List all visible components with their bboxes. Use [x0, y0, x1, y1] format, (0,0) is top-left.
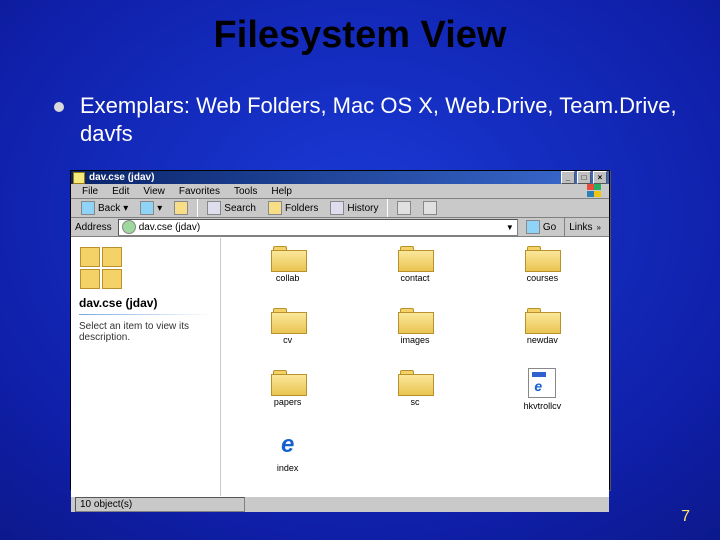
menu-edit[interactable]: Edit [105, 185, 136, 198]
history-button[interactable]: History [324, 199, 384, 217]
list-item[interactable]: images [352, 306, 477, 366]
folder-icon [525, 244, 559, 270]
item-label: hkvtrollcv [524, 401, 562, 411]
go-icon [526, 220, 540, 234]
item-label: courses [527, 273, 559, 283]
item-label: collab [276, 273, 300, 283]
folders-label: Folders [285, 203, 318, 214]
side-description: Select an item to view its description. [79, 321, 212, 343]
forward-button[interactable]: ▾ [134, 199, 168, 217]
maximize-button[interactable]: □ [577, 171, 591, 184]
menu-view[interactable]: View [136, 185, 172, 198]
item-label: newdav [527, 335, 558, 345]
list-item[interactable]: cv [225, 306, 350, 366]
chevron-right-icon: » [597, 223, 601, 232]
arrow-right-icon [140, 201, 154, 215]
address-bar: Address dav.cse (jdav) ▼ Go Links » [71, 218, 609, 237]
item-label: cv [283, 335, 292, 345]
folders-icon [268, 201, 282, 215]
links-label: Links [569, 222, 592, 233]
item-label: images [400, 335, 429, 345]
folder-icon [525, 306, 559, 332]
minimize-button[interactable]: _ [561, 171, 575, 184]
address-label: Address [75, 222, 112, 233]
html-file-icon [528, 368, 556, 398]
extra-button-2[interactable] [417, 199, 443, 217]
side-pane: dav.cse (jdav) Select an item to view it… [71, 238, 221, 496]
list-item[interactable]: newdav [480, 306, 605, 366]
list-item[interactable]: papers [225, 368, 350, 428]
folder-icon [398, 244, 432, 270]
up-button[interactable] [168, 199, 194, 217]
folder-icon [398, 368, 432, 394]
slide-title: Filesystem View [0, 14, 720, 57]
menu-help[interactable]: Help [264, 185, 299, 198]
history-icon [330, 201, 344, 215]
back-label: Back [98, 203, 120, 214]
search-label: Search [224, 203, 256, 214]
menubar: File Edit View Favorites Tools Help [71, 184, 609, 199]
globe-icon [122, 220, 136, 234]
chevron-down-icon: ▾ [157, 203, 162, 214]
bullet-dot-icon [54, 102, 64, 112]
explorer-window: dav.cse (jdav) _ □ × File Edit View Favo… [70, 170, 610, 490]
menu-file[interactable]: File [75, 185, 105, 198]
windows-logo-icon [587, 184, 605, 198]
links-button[interactable]: Links » [564, 218, 605, 236]
menu-favorites[interactable]: Favorites [172, 185, 227, 198]
status-bar: 10 object(s) [71, 496, 609, 512]
list-item[interactable]: sc [352, 368, 477, 428]
toolbar: Back ▾ ▾ Search Folders History [71, 199, 609, 218]
status-object-count: 10 object(s) [75, 497, 245, 512]
window-title: dav.cse (jdav) [89, 172, 561, 183]
history-label: History [347, 203, 378, 214]
side-title: dav.cse (jdav) [79, 296, 212, 310]
address-value: dav.cse (jdav) [139, 222, 201, 233]
page-number: 7 [681, 508, 690, 526]
folder-icon [271, 368, 305, 394]
file-grid: collab contact courses cv images newdav … [221, 238, 609, 496]
chevron-down-icon: ▾ [123, 203, 128, 214]
item-label: index [277, 463, 299, 473]
bullet-text: Exemplars: Web Folders, Mac OS X, Web.Dr… [80, 92, 680, 147]
menu-tools[interactable]: Tools [227, 185, 264, 198]
arrow-left-icon [81, 201, 95, 215]
close-button[interactable]: × [593, 171, 607, 184]
ie-icon: e [273, 430, 303, 460]
chevron-down-icon[interactable]: ▼ [506, 223, 514, 232]
folder-up-icon [174, 201, 188, 215]
folder-icon [271, 244, 305, 270]
back-button[interactable]: Back ▾ [75, 199, 134, 217]
tool-icon [397, 201, 411, 215]
folder-icon [73, 172, 85, 184]
extra-button-1[interactable] [391, 199, 417, 217]
list-item[interactable]: contact [352, 244, 477, 304]
go-label: Go [543, 222, 556, 233]
tool-icon [423, 201, 437, 215]
search-icon [207, 201, 221, 215]
item-label: contact [400, 273, 429, 283]
item-label: sc [410, 397, 419, 407]
folder-icon [271, 306, 305, 332]
list-item[interactable]: e index [225, 430, 350, 490]
location-thumb-icon [79, 246, 123, 290]
search-button[interactable]: Search [201, 199, 262, 217]
go-button[interactable]: Go [522, 220, 560, 234]
list-item[interactable]: hkvtrollcv [480, 368, 605, 428]
client-area: dav.cse (jdav) Select an item to view it… [71, 237, 609, 496]
list-item[interactable]: collab [225, 244, 350, 304]
folders-button[interactable]: Folders [262, 199, 324, 217]
item-label: papers [274, 397, 302, 407]
folder-icon [398, 306, 432, 332]
bullet: Exemplars: Web Folders, Mac OS X, Web.Dr… [54, 92, 680, 147]
address-input[interactable]: dav.cse (jdav) ▼ [118, 219, 518, 236]
list-item[interactable]: courses [480, 244, 605, 304]
titlebar[interactable]: dav.cse (jdav) _ □ × [71, 171, 609, 184]
